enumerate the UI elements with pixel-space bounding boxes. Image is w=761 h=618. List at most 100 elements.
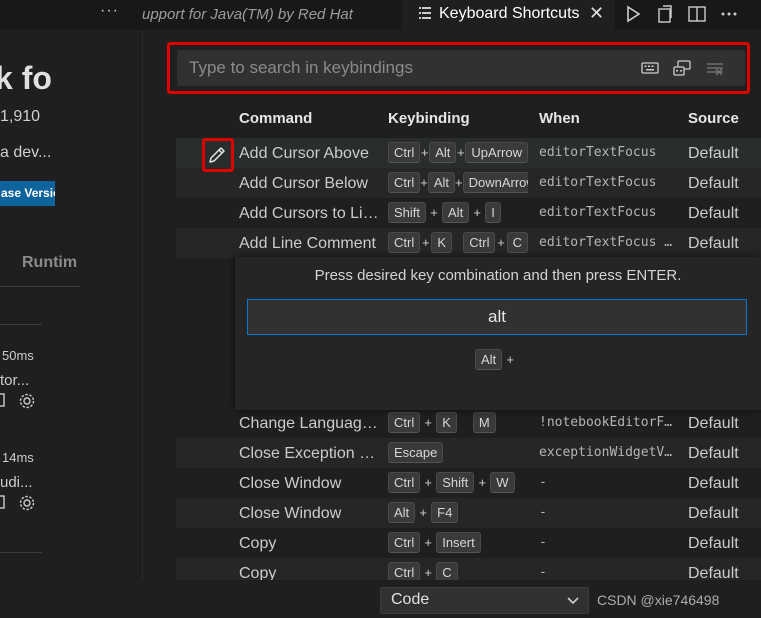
keybinding-cell: Ctrl + K Ctrl + C xyxy=(388,232,528,253)
when-cell: - xyxy=(539,475,547,490)
divider xyxy=(0,552,42,553)
release-version-button[interactable]: ase Versio xyxy=(0,181,55,206)
list-icon xyxy=(419,7,431,19)
tab-keyboard-shortcuts[interactable]: Keyboard Shortcuts ✕ xyxy=(402,0,615,30)
editor-tab-bar: ··· upport for Java(TM) by Red Hat Keybo… xyxy=(0,0,761,30)
tab-java-extension[interactable]: upport for Java(TM) by Red Hat xyxy=(142,6,353,23)
window-icon[interactable] xyxy=(0,392,6,415)
more-icon[interactable] xyxy=(718,3,740,25)
keycap: Shift xyxy=(436,472,475,493)
extension-title: k fo xyxy=(0,60,52,96)
source-cell: Default xyxy=(688,505,739,522)
keycap: Ctrl xyxy=(388,472,421,493)
close-tab-icon[interactable]: ✕ xyxy=(589,3,604,24)
extension-item-actions xyxy=(0,392,36,415)
command-cell: Add Cursor Above xyxy=(239,145,369,162)
keycap: Ctrl xyxy=(388,172,421,193)
extension-details-panel: k fo 1,910 a dev... ase Versio Runtim 50… xyxy=(0,30,143,590)
keybinding-preview: Alt + xyxy=(475,349,518,370)
select-value: Code xyxy=(391,591,430,608)
keybinding-input[interactable] xyxy=(247,299,747,335)
keybinding-cell: Ctrl+Alt+DownArrow xyxy=(388,172,528,193)
chevron-down-icon xyxy=(567,597,579,605)
table-row[interactable]: Change Language Mode Ctrl+K M !notebookEdi… xyxy=(176,408,761,438)
source-cell: Default xyxy=(688,205,739,222)
split-editor-icon[interactable] xyxy=(686,3,708,25)
keycap: C xyxy=(506,232,528,253)
search-input[interactable] xyxy=(189,50,629,86)
table-row[interactable]: Close Window Ctrl + Shift + W - Default xyxy=(176,468,761,498)
clear-search-icon[interactable] xyxy=(706,59,724,77)
keybinding-cell: Ctrl + Alt + UpArrow xyxy=(388,142,528,163)
table-row[interactable]: Add Cursors to Line EndsShift+Alt+Iedito… xyxy=(176,198,761,228)
command-cell: Add Cursors to Line Ends xyxy=(239,205,379,222)
extension-item-name: tor... xyxy=(0,372,30,389)
command-cell: Close Exception Widget xyxy=(239,445,379,462)
bottom-bar: Code CSDN @xie746498 xyxy=(0,580,761,618)
table-row[interactable]: Add Cursor Above Ctrl + Alt + UpArrow editorTe… xyxy=(176,138,761,168)
tab-divider xyxy=(0,286,80,287)
tab-label: Keyboard Shortcuts xyxy=(439,5,580,22)
keycap: Ctrl xyxy=(388,532,421,553)
tab-runtime-status[interactable]: Runtim xyxy=(22,254,77,272)
table-row[interactable]: Add Cursor BelowCtrl+Alt+DownArroweditor… xyxy=(176,168,761,198)
keybinding-cell: Shift + Alt + I xyxy=(388,202,528,223)
table-row[interactable]: Close Exception Widget Escape exceptionWid… xyxy=(176,438,761,468)
keycap: K xyxy=(431,232,453,253)
table-header: Command Keybinding When Source xyxy=(176,104,761,134)
source-cell: Default xyxy=(688,145,739,162)
keycap: UpArrow xyxy=(465,142,528,163)
source-cell: Default xyxy=(688,415,739,432)
keycap: Shift xyxy=(388,202,427,223)
keycap: Ctrl xyxy=(463,232,496,253)
keybinding-cell: Ctrl + K M xyxy=(388,412,528,433)
keycap: M xyxy=(472,412,496,433)
table-row[interactable]: Copy Ctrl + Insert - Default xyxy=(176,528,761,558)
sort-by-precedence-icon[interactable] xyxy=(673,59,691,77)
keybinding-cell: Ctrl + Insert xyxy=(388,532,528,553)
column-header-when[interactable]: When xyxy=(539,110,580,127)
command-cell: Copy xyxy=(239,535,277,552)
key-separator: + xyxy=(473,205,481,220)
record-keys-icon[interactable] xyxy=(641,59,659,77)
open-settings-json-icon[interactable] xyxy=(654,3,676,25)
keybinding-cell: Alt + F4 xyxy=(388,502,528,523)
key-separator: + xyxy=(420,175,428,190)
keycap: K xyxy=(436,412,457,433)
keycap: Alt xyxy=(388,502,416,523)
when-cell: - xyxy=(539,505,547,520)
window-icon[interactable] xyxy=(0,494,6,517)
key-separator: + xyxy=(506,352,514,367)
keycap: Escape xyxy=(388,442,444,463)
command-cell: Add Cursor Below xyxy=(239,175,368,192)
keybinding-cell: Escape xyxy=(388,442,528,463)
keycap: Insert xyxy=(436,532,481,553)
keycap: Alt xyxy=(475,349,503,370)
gear-icon[interactable] xyxy=(18,494,36,517)
table-row[interactable]: Add Line Comment Ctrl + K Ctrl + CeditorTextF… xyxy=(176,228,761,258)
when-cell: editorTextFocus xyxy=(539,145,657,160)
key-separator: + xyxy=(454,175,463,190)
key-separator: + xyxy=(419,505,427,520)
edit-keybinding-pencil-icon[interactable] xyxy=(206,145,228,165)
key-separator: + xyxy=(420,145,429,160)
column-header-keybinding[interactable]: Keybinding xyxy=(388,110,470,127)
gear-icon[interactable] xyxy=(18,392,36,415)
language-select[interactable]: Code xyxy=(380,587,589,614)
keycap: Ctrl xyxy=(388,232,421,253)
command-cell: Close Window xyxy=(239,505,342,522)
keycap: F4 xyxy=(431,502,459,523)
column-header-source[interactable]: Source xyxy=(688,110,739,127)
extension-description: a dev... xyxy=(0,144,52,161)
column-header-command[interactable]: Command xyxy=(239,110,312,127)
more-actions-button[interactable]: ··· xyxy=(100,2,119,20)
command-cell: Close Window xyxy=(239,475,342,492)
table-row[interactable]: Close Window Alt + F4 - Default xyxy=(176,498,761,528)
keycap: DownArrow xyxy=(462,172,528,193)
watermark: CSDN @xie746498 xyxy=(597,592,720,608)
key-separator: + xyxy=(424,475,433,490)
source-cell: Default xyxy=(688,175,739,192)
extension-item-actions xyxy=(0,494,36,517)
run-icon[interactable] xyxy=(622,3,644,25)
key-separator: + xyxy=(422,235,430,250)
